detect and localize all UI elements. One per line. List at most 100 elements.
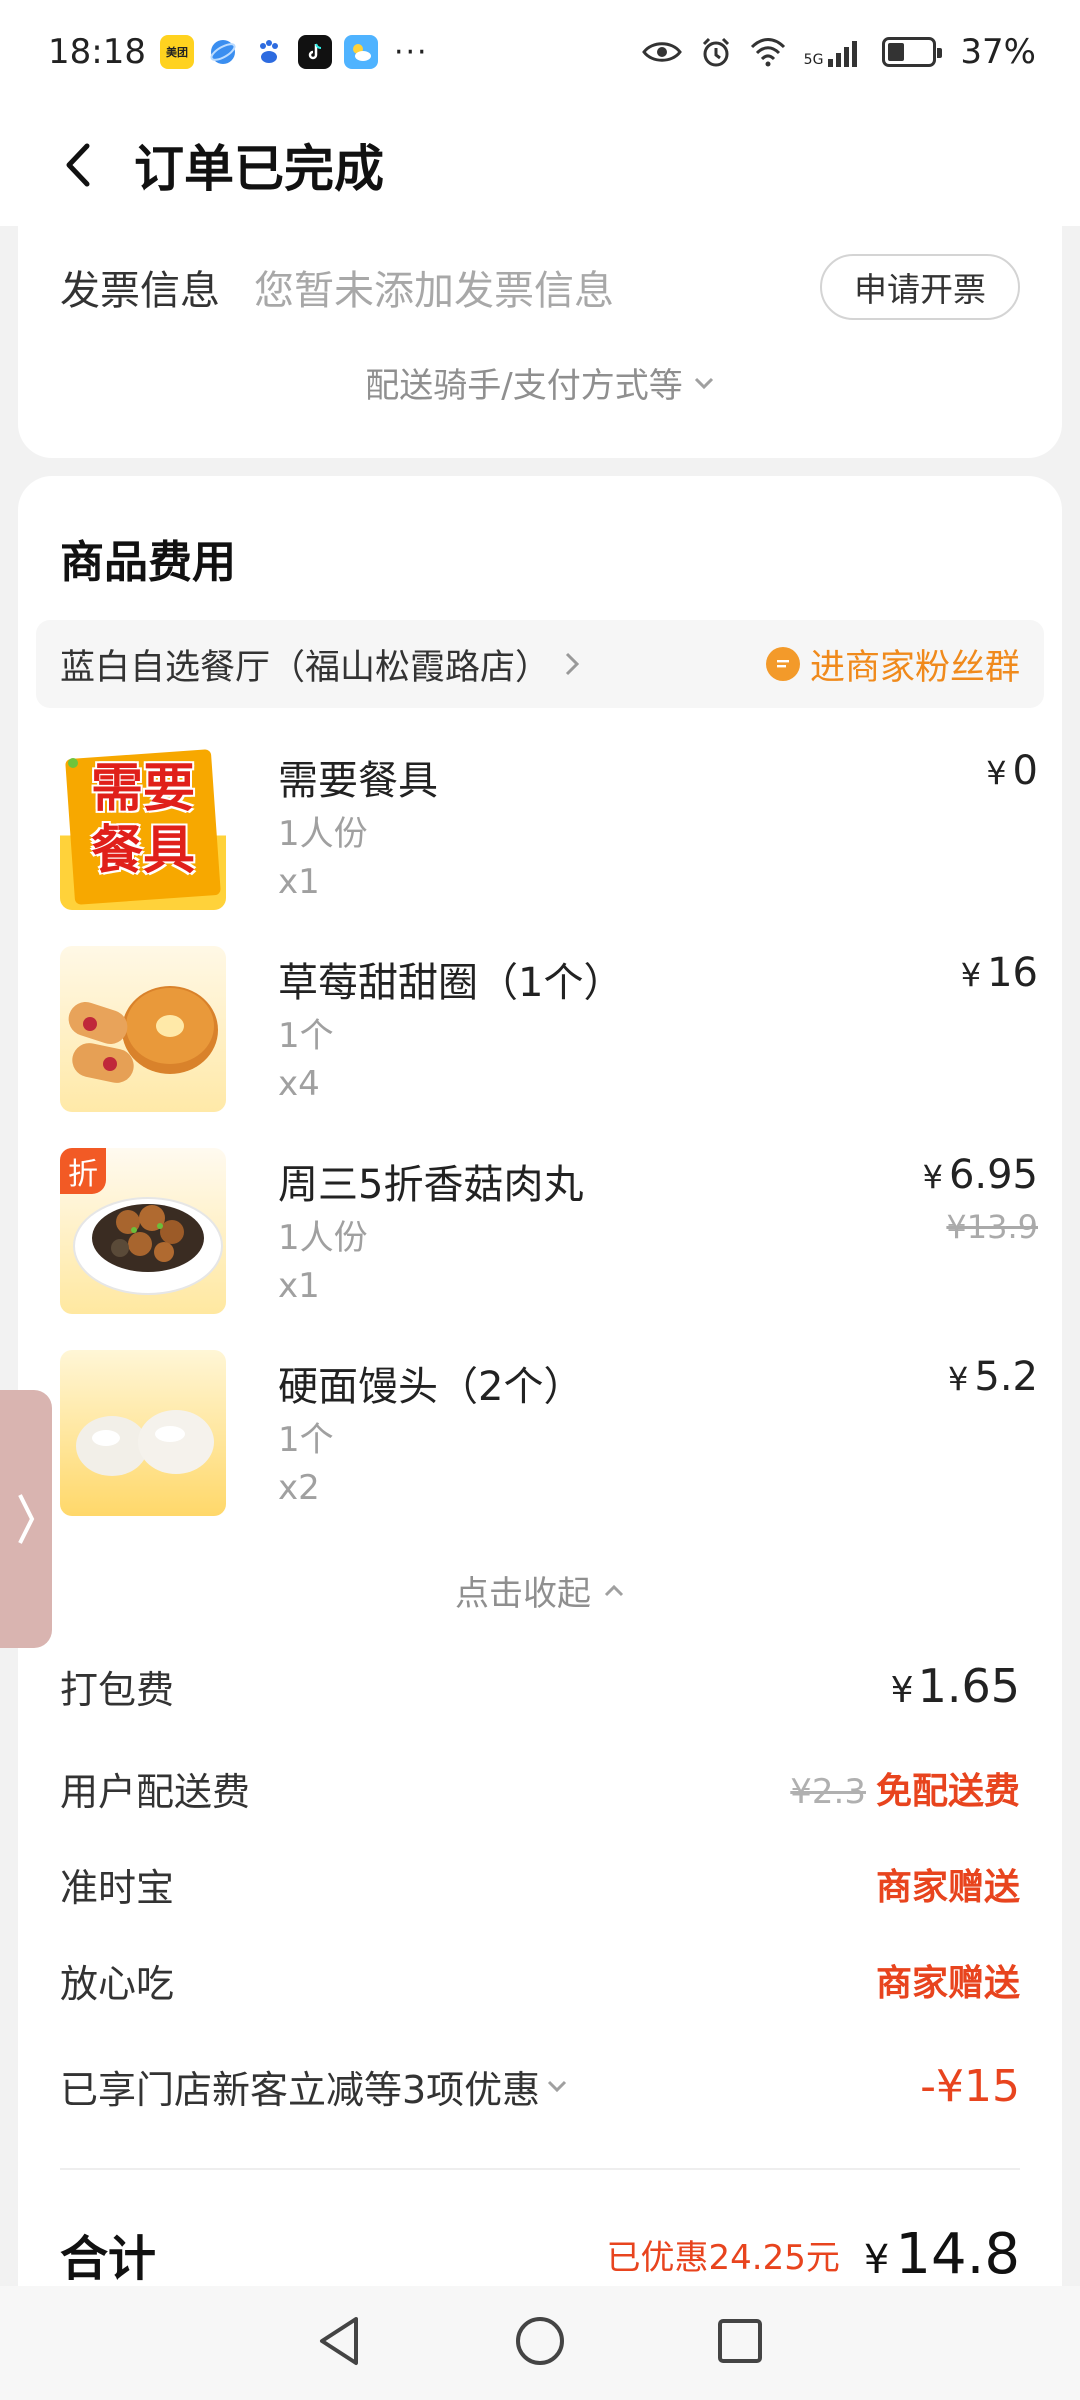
more-notifications: ··· xyxy=(393,34,429,70)
item-price: ¥5.2 xyxy=(948,1354,1038,1400)
currency-symbol: ¥ xyxy=(863,2236,890,2283)
packing-fee-value: ¥1.65 xyxy=(891,1659,1020,1713)
item-quantity: x1 xyxy=(278,1266,320,1306)
meatball-thumbnail: 折 xyxy=(60,1148,226,1314)
item-quantity: x2 xyxy=(278,1468,320,1508)
browser-icon xyxy=(206,35,240,69)
safe-eat-label: 放心吃 xyxy=(60,1961,175,2006)
battery-icon xyxy=(882,37,943,67)
safe-eat-value: 商家赠送 xyxy=(875,1963,1020,2004)
join-fans-group-button[interactable]: 进商家粉丝群 xyxy=(765,639,1020,690)
status-time: 18:18 xyxy=(48,32,146,72)
delivery-fee-value: ¥2.3 免配送费 xyxy=(790,1762,1020,1814)
discount-row[interactable]: 已享门店新客立减等3项优惠 -¥15 xyxy=(60,2056,1020,2116)
back-arrow-icon xyxy=(66,143,90,187)
discount-label: 已享门店新客立减等3项优惠 xyxy=(60,2067,541,2112)
item-spec: 1人份 xyxy=(278,814,368,854)
more-details-toggle[interactable]: 配送骑手/支付方式等 xyxy=(18,358,1062,407)
item-price: ¥6.95 xyxy=(923,1152,1038,1198)
eye-icon xyxy=(641,39,682,65)
list-item[interactable]: 硬面馒头（2个） 1个 x2 ¥5.2 xyxy=(60,1350,1038,1520)
system-navigation-bar xyxy=(0,2286,1080,2400)
item-price: ¥0 xyxy=(986,748,1038,794)
total-row: 合计 已优惠24.25元 ¥14.8 xyxy=(60,2214,1020,2294)
chevron-up-icon xyxy=(604,1584,624,1596)
item-name: 硬面馒头（2个） xyxy=(278,1364,584,1410)
signal-icon: 5G xyxy=(804,37,865,67)
ontime-row: 准时宝 商家赠送 xyxy=(60,1854,1020,1914)
chevron-down-icon xyxy=(548,2080,567,2093)
item-price-value: 16 xyxy=(987,950,1038,996)
nav-home-button[interactable] xyxy=(514,2315,566,2371)
delivery-fee-row: 用户配送费 ¥2.3 免配送费 xyxy=(60,1758,1020,1818)
page-title: 订单已完成 xyxy=(134,140,384,198)
item-price-value: 0 xyxy=(1012,748,1038,794)
meituan-app-label: 美团 xyxy=(165,46,188,59)
page-header: 订单已完成 xyxy=(0,104,1080,226)
discount-value: -¥15 xyxy=(920,2060,1020,2112)
total-price-value: 14.8 xyxy=(895,2221,1020,2287)
item-price-value: 5.2 xyxy=(974,1354,1038,1400)
alarm-icon xyxy=(700,36,732,68)
list-item[interactable]: 需要 餐具 需要餐具 1人份 x1 ¥0 xyxy=(60,744,1038,914)
chevron-right-icon xyxy=(564,651,580,677)
item-name: 草莓甜甜圈（1个） xyxy=(278,960,624,1006)
delivery-fee-free: 免配送费 xyxy=(875,1771,1020,1812)
shop-name-link[interactable]: 蓝白自选餐厅（福山松霞路店） xyxy=(60,639,550,690)
currency-symbol: ¥ xyxy=(960,956,982,994)
safe-eat-row: 放心吃 商家赠送 xyxy=(60,1950,1020,2010)
list-item[interactable]: 折 周三5折香菇肉丸 1人份 x1 ¥6.95 ¥13.9 xyxy=(60,1148,1038,1318)
item-quantity: x4 xyxy=(278,1064,320,1104)
divider xyxy=(60,2168,1020,2170)
ontime-value: 商家赠送 xyxy=(875,1867,1020,1908)
item-original-price: ¥13.9 xyxy=(946,1208,1038,1246)
section-title: 商品费用 xyxy=(60,537,236,588)
list-item[interactable]: 草莓甜甜圈（1个） 1个 x4 ¥16 xyxy=(60,946,1038,1116)
nav-recents-button[interactable] xyxy=(716,2317,764,2369)
item-price-value: 6.95 xyxy=(948,1152,1038,1198)
network-type-label: 5G xyxy=(803,52,824,68)
nav-back-button[interactable] xyxy=(316,2315,364,2371)
shop-bar: 蓝白自选餐厅（福山松霞路店） 进商家粉丝群 xyxy=(36,620,1044,708)
status-bar: 18:18 美团 ··· 5G 37% xyxy=(0,0,1080,104)
invoice-value: 您暂未添加发票信息 xyxy=(254,268,614,314)
chevron-right-icon xyxy=(18,1494,35,1544)
meituan-app-icon: 美团 xyxy=(159,35,194,69)
weather-icon xyxy=(343,35,378,69)
delivery-fee-original: ¥2.3 xyxy=(790,1772,866,1812)
utensils-thumbnail: 需要 餐具 xyxy=(60,744,226,910)
invoice-label: 发票信息 xyxy=(60,268,220,314)
utensils-thumb-line1: 需要 xyxy=(90,759,195,819)
item-quantity: x1 xyxy=(278,862,320,902)
saved-amount: 已优惠24.25元 xyxy=(606,2237,840,2278)
item-spec: 1人份 xyxy=(278,1218,368,1258)
currency-symbol: ¥ xyxy=(986,754,1007,792)
packing-fee-amount: 1.65 xyxy=(917,1659,1020,1713)
side-drawer-handle[interactable] xyxy=(0,1390,52,1648)
item-price: ¥16 xyxy=(961,950,1038,996)
chevron-down-icon xyxy=(694,377,713,389)
collapse-label: 点击收起 xyxy=(455,1574,591,1614)
fans-group-label: 进商家粉丝群 xyxy=(809,647,1020,688)
collapse-toggle[interactable]: 点击收起 xyxy=(18,1566,1062,1615)
utensils-thumb-line2: 餐具 xyxy=(90,821,195,881)
currency-symbol: ¥ xyxy=(922,1158,943,1196)
apply-invoice-button[interactable]: 申请开票 xyxy=(820,254,1020,320)
baidu-icon xyxy=(252,35,286,69)
packing-fee-row: 打包费 ¥1.65 xyxy=(60,1656,1020,1716)
douyin-icon xyxy=(297,35,332,69)
total-label: 合计 xyxy=(60,2231,157,2287)
invoice-card: 发票信息 您暂未添加发票信息 申请开票 配送骑手/支付方式等 xyxy=(18,226,1062,458)
discount-badge-label: 折 xyxy=(68,1157,98,1192)
steamed-bun-thumbnail xyxy=(60,1350,226,1516)
wifi-icon xyxy=(750,37,786,67)
status-right: 5G 37% xyxy=(641,32,1036,72)
back-button[interactable] xyxy=(56,143,100,187)
more-details-label: 配送骑手/支付方式等 xyxy=(365,366,683,406)
item-name: 需要餐具 xyxy=(278,758,438,804)
ontime-label: 准时宝 xyxy=(60,1865,175,1910)
goods-card: 商品费用 蓝白自选餐厅（福山松霞路店） 进商家粉丝群 需要 餐具 需要餐具 1人… xyxy=(18,476,1062,2287)
discount-badge: 折 xyxy=(60,1148,106,1194)
item-name: 周三5折香菇肉丸 xyxy=(278,1162,584,1208)
circle-home-icon xyxy=(516,2317,564,2365)
